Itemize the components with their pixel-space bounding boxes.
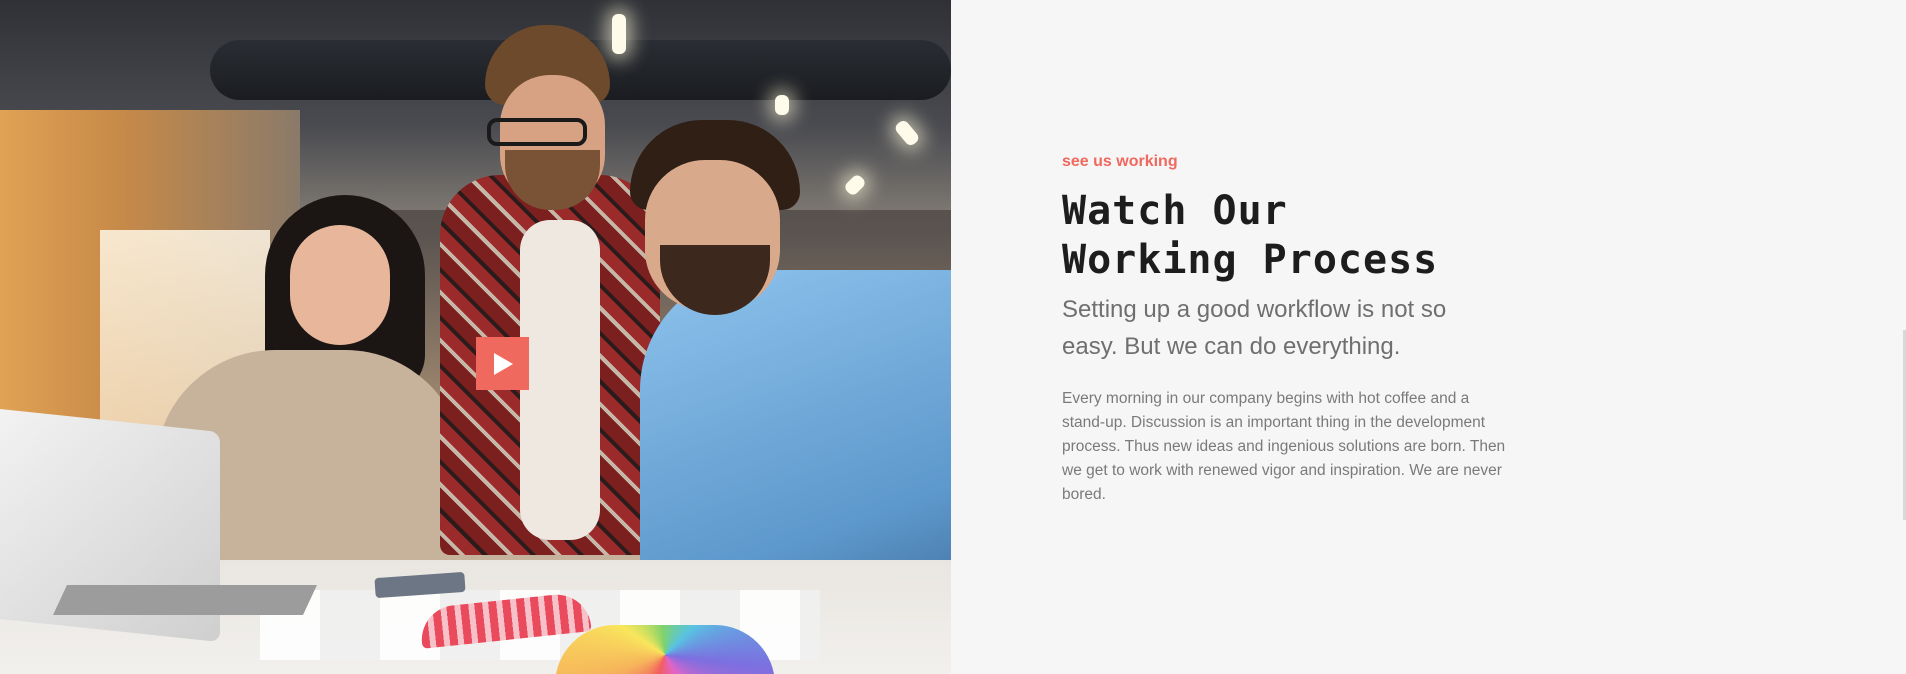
laptop-keyboard xyxy=(53,585,317,615)
section-body: Every morning in our company begins with… xyxy=(1062,390,1506,503)
section-title: Watch Our Working Process xyxy=(1062,188,1439,283)
section-subtitle: Setting up a good workflow is not so eas… xyxy=(1062,296,1447,360)
play-icon xyxy=(492,352,514,376)
team-photo xyxy=(0,0,951,674)
ceiling-lamp xyxy=(612,14,626,54)
section-eyebrow: see us working xyxy=(1062,153,1178,170)
color-wheel xyxy=(555,625,775,674)
glasses xyxy=(487,118,587,146)
man-white-tee xyxy=(520,220,600,540)
play-video-button[interactable] xyxy=(476,337,529,390)
about-section: see us working Watch Our Working Process… xyxy=(1062,151,1512,507)
page: see us working Watch Our Working Process… xyxy=(0,0,1906,674)
ceiling-lamp xyxy=(775,95,789,115)
woman-face xyxy=(290,225,390,345)
